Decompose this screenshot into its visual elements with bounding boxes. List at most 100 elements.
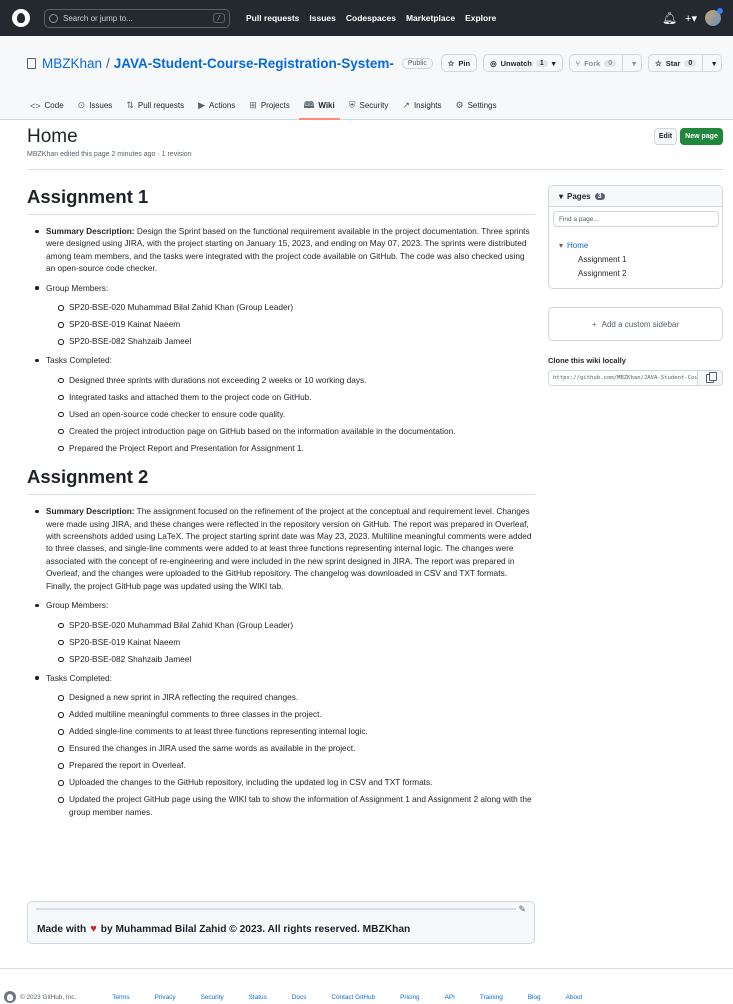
github-footer-logo-icon[interactable] [4, 991, 16, 1003]
footer-link-docs[interactable]: Docs [292, 994, 307, 1001]
clone-url-input[interactable]: https://github.com/MBZKhan/JAVA-Student-… [548, 370, 698, 386]
page-link-assignment-1[interactable]: Assignment 1 [559, 255, 626, 264]
repo-icon [27, 58, 36, 69]
pages-count-badge: 3 [594, 192, 605, 200]
list-item: Ensured the changes in JIRA used the sam… [58, 742, 535, 754]
page-title: Home [27, 126, 78, 147]
tab-settings-label: Settings [467, 101, 497, 110]
tab-security-label: Security [359, 101, 389, 110]
footer-link-api[interactable]: API [445, 994, 455, 1001]
list-item: Tasks Completed: Designed three sprints … [35, 354, 535, 454]
list-item: Designed three sprints with durations no… [58, 374, 535, 386]
wiki-custom-footer: ✎ Made with ♥ by Muhammad Bilal Zahid © … [27, 901, 535, 944]
find-page-input[interactable]: Find a page... [553, 211, 719, 227]
fork-button[interactable]: ⑂ Fork 0 [570, 55, 624, 71]
pages-label: Pages [567, 191, 591, 201]
assignment-1-heading: Assignment 1 [27, 186, 535, 215]
footer-link-blog[interactable]: Blog [528, 994, 541, 1001]
new-page-button[interactable]: New page [680, 128, 723, 145]
chevron-down-icon: ▾ [551, 58, 556, 68]
tab-issues-label: Issues [89, 101, 113, 110]
wiki-content: Assignment 1 Summary Description: Design… [27, 186, 535, 825]
tab-settings[interactable]: ⚙︎ Settings [449, 91, 504, 120]
fork-dropdown-chevron-icon[interactable]: ▾ [627, 59, 641, 68]
repo-name-link[interactable]: JAVA-Student-Course-Registration-System- [114, 56, 394, 71]
search-shortcut-key: / [212, 13, 225, 23]
page-revision-meta: MBZKhan edited this page 2 minutes ago ·… [27, 151, 192, 158]
site-footer: © 2023 GitHub, Inc. Terms Privacy Securi… [4, 991, 607, 1003]
summary-text: The assignment focused on the refinement… [46, 506, 532, 591]
made-by-label: by Muhammad Bilal Zahid © 2023. All righ… [100, 923, 411, 935]
play-icon: ▶︎ [198, 100, 206, 110]
list-item: Added multiline meaningful comments to t… [58, 708, 535, 720]
assignment-2-heading: Assignment 2 [27, 466, 535, 496]
summary-label: Summary Description: [46, 226, 135, 236]
tab-actions[interactable]: ▶︎ Actions [191, 91, 242, 120]
search-placeholder: Search or jump to... [63, 13, 133, 23]
tab-projects-label: Projects [260, 101, 290, 110]
notifications-bell-icon[interactable]: 🔔︎ [662, 11, 677, 25]
list-item: Uploaded the changes to the GitHub repos… [58, 776, 535, 788]
list-item: Used an open-source code checker to ensu… [58, 408, 535, 420]
book-icon: 🕮︎ [303, 99, 315, 110]
nav-pull-requests[interactable]: Pull requests [246, 13, 299, 23]
assignment-2-section: Assignment 2 Summary Description: The as… [27, 466, 535, 818]
header-divider [27, 169, 723, 170]
repo-owner-link[interactable]: MBZKhan [42, 56, 102, 71]
github-logo-icon[interactable] [12, 9, 30, 27]
footer-link-privacy[interactable]: Privacy [155, 994, 176, 1001]
nav-explore[interactable]: Explore [465, 13, 496, 23]
repository-header: MBZKhan / JAVA-Student-Course-Registrati… [0, 36, 733, 120]
list-item: Integrated tasks and attached them to th… [58, 391, 535, 403]
footer-link-status[interactable]: Status [249, 994, 267, 1001]
list-item: Summary Description: The assignment focu… [35, 505, 535, 592]
tab-pull-requests[interactable]: ⇅ Pull requests [119, 91, 191, 120]
list-item: SP20-BSE-082 Shahzaib Jameel [58, 653, 535, 665]
add-custom-sidebar-label: Add a custom sidebar [601, 319, 680, 329]
members-list: SP20-BSE-020 Muhammad Bilal Zahid Khan (… [46, 301, 535, 347]
star-count: 0 [684, 59, 697, 67]
star-dropdown-chevron-icon[interactable]: ▾ [707, 59, 721, 68]
unwatch-button[interactable]: ◎ Unwatch 1 ▾ [483, 54, 563, 72]
tab-wiki[interactable]: 🕮︎ Wiki [297, 91, 342, 120]
footer-link-contact[interactable]: Contact GitHub [331, 994, 375, 1001]
search-icon [49, 13, 58, 23]
list-item: SP20-BSE-020 Muhammad Bilal Zahid Khan (… [58, 301, 535, 313]
tasks-list: Designed a new sprint in JIRA reflecting… [46, 691, 535, 818]
edit-button[interactable]: Edit [654, 128, 677, 145]
footer-link-terms[interactable]: Terms [112, 994, 129, 1001]
list-item: Summary Description: Design the Sprint b… [35, 225, 535, 275]
add-custom-sidebar-button[interactable]: + Add a custom sidebar [548, 307, 723, 341]
issue-icon: ⊙ [77, 100, 86, 110]
unwatch-label: Unwatch [500, 58, 532, 68]
nav-codespaces[interactable]: Codespaces [346, 13, 396, 23]
visibility-badge: Public [401, 58, 433, 69]
heart-icon: ♥ [90, 923, 97, 935]
star-button-group: ☆ Star 0 ▾ [648, 54, 722, 72]
create-new-plus-icon[interactable]: +▾ [685, 12, 697, 25]
footer-link-pricing[interactable]: Pricing [400, 994, 420, 1001]
search-input[interactable]: Search or jump to... / [44, 8, 230, 28]
tab-projects[interactable]: ⊞ Projects [242, 91, 296, 120]
tab-security[interactable]: ⛨ Security [342, 91, 396, 120]
star-button[interactable]: ☆ Star 0 [649, 55, 704, 71]
page-link-assignment-2[interactable]: Assignment 2 [559, 269, 626, 278]
footer-link-security[interactable]: Security [201, 994, 224, 1001]
copy-clone-url-button[interactable] [698, 370, 723, 386]
repo-tabs: <> Code ⊙ Issues ⇅ Pull requests ▶︎ Actions … [23, 91, 504, 120]
edit-footer-pencil-icon[interactable]: ✎ [518, 904, 526, 915]
tasks-list: Designed three sprints with durations no… [46, 374, 535, 454]
footer-link-about[interactable]: About [566, 994, 583, 1001]
pin-button[interactable]: ☆ Pin [440, 54, 478, 72]
list-item: SP20-BSE-082 Shahzaib Jameel [58, 335, 535, 347]
nav-issues[interactable]: Issues [309, 13, 335, 23]
tab-insights[interactable]: ↗ Insights [395, 91, 448, 120]
tab-code[interactable]: <> Code [23, 91, 71, 120]
footer-link-training[interactable]: Training [480, 994, 503, 1001]
pages-toggle[interactable]: ▾ Pages 3 [549, 186, 722, 207]
user-avatar[interactable] [705, 8, 723, 26]
tab-issues[interactable]: ⊙ Issues [71, 91, 120, 120]
list-item: SP20-BSE-019 Kainat Naeem [58, 318, 535, 330]
nav-marketplace[interactable]: Marketplace [406, 13, 455, 23]
page-link-home[interactable]: ▾ Home [559, 241, 626, 250]
